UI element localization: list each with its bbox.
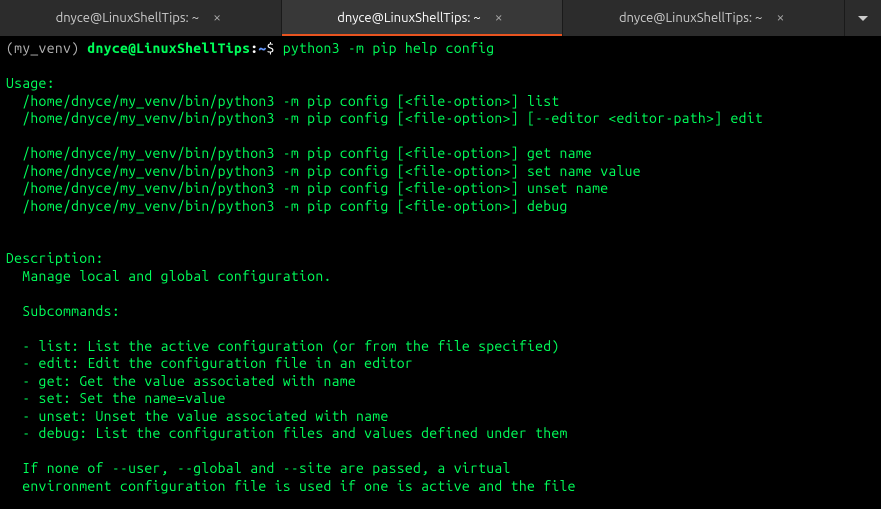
output-line: - edit: Edit the configuration file in a… (6, 355, 413, 371)
output-line: - get: Get the value associated with nam… (6, 373, 356, 389)
output-desc-header: Description: (6, 250, 104, 266)
output-usage-header: Usage: (6, 75, 55, 91)
terminal-output[interactable]: (my_venv) dnyce@LinuxShellTips:~$ python… (0, 36, 881, 509)
close-icon[interactable]: × (772, 10, 788, 26)
prompt-venv: (my_venv) (6, 40, 87, 56)
tab-title: dnyce@LinuxShellTips: ~ (337, 10, 480, 26)
output-line: If none of --user, --global and --site a… (6, 460, 511, 476)
output-line: /home/dnyce/my_venv/bin/python3 -m pip c… (6, 198, 568, 214)
tab-1[interactable]: dnyce@LinuxShellTips: ~ × (0, 0, 282, 36)
tab-title: dnyce@LinuxShellTips: ~ (619, 10, 762, 26)
tab-bar: dnyce@LinuxShellTips: ~ × dnyce@LinuxShe… (0, 0, 881, 36)
output-line: /home/dnyce/my_venv/bin/python3 -m pip c… (6, 145, 592, 161)
close-icon[interactable]: × (491, 10, 507, 26)
output-line: - set: Set the name=value (6, 390, 226, 406)
output-line: - debug: List the configuration files an… (6, 425, 568, 441)
prompt-path: ~ (258, 40, 266, 56)
close-icon[interactable]: × (209, 10, 225, 26)
terminal-window: dnyce@LinuxShellTips: ~ × dnyce@LinuxShe… (0, 0, 881, 509)
output-line: - unset: Unset the value associated with… (6, 408, 389, 424)
output-line: Manage local and global configuration. (6, 268, 332, 284)
output-line: /home/dnyce/my_venv/bin/python3 -m pip c… (6, 180, 608, 196)
output-line: /home/dnyce/my_venv/bin/python3 -m pip c… (6, 93, 560, 109)
tab-3[interactable]: dnyce@LinuxShellTips: ~ × (563, 0, 845, 36)
output-subcommands-header: Subcommands: (6, 303, 120, 319)
chevron-down-icon (858, 16, 868, 21)
tab-menu-button[interactable] (845, 0, 881, 36)
output-line: environment configuration file is used i… (6, 478, 576, 494)
tab-2[interactable]: dnyce@LinuxShellTips: ~ × (282, 0, 564, 36)
tab-title: dnyce@LinuxShellTips: ~ (56, 10, 199, 26)
command-input: python3 -m pip help config (283, 40, 495, 56)
output-line: - list: List the active configuration (o… (6, 338, 560, 354)
prompt-dollar: $ (267, 40, 283, 56)
output-line: /home/dnyce/my_venv/bin/python3 -m pip c… (6, 110, 763, 126)
prompt-user-host: dnyce@LinuxShellTips (87, 40, 250, 56)
output-line: /home/dnyce/my_venv/bin/python3 -m pip c… (6, 163, 641, 179)
